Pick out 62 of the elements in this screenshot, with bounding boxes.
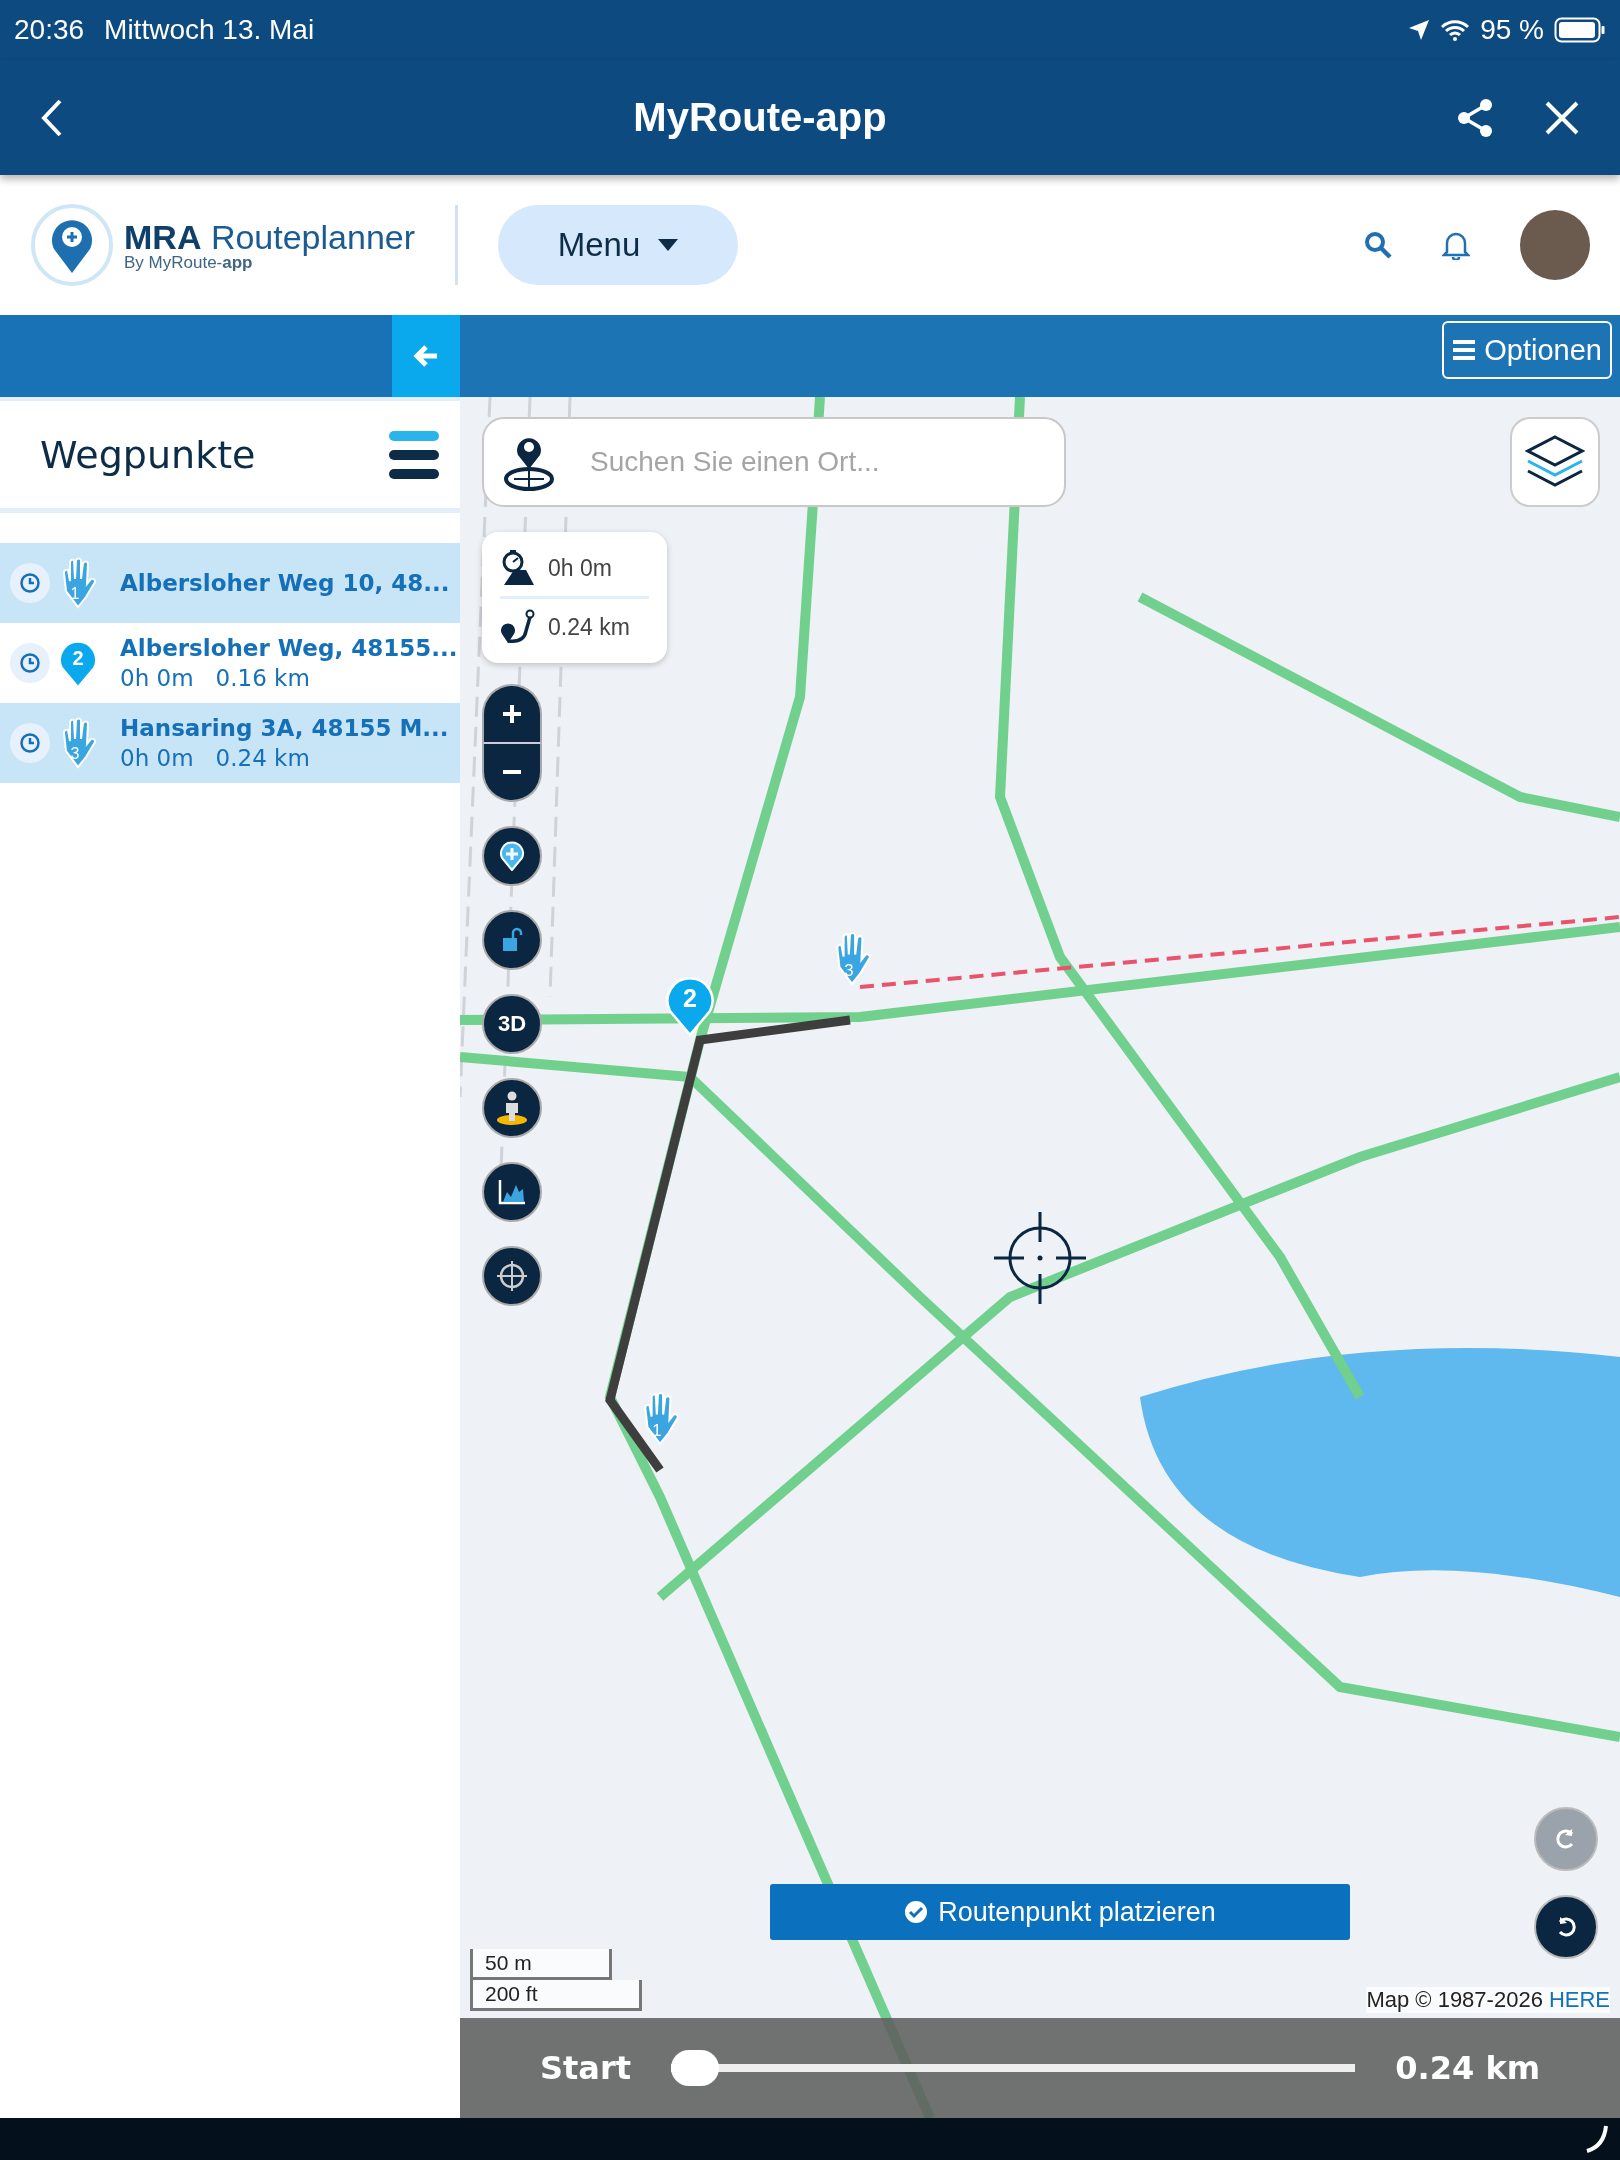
share-icon[interactable]: [1456, 96, 1494, 139]
search-bar[interactable]: Suchen Sie einen Ort...: [482, 417, 1066, 507]
waypoint-distance: 0.16 km: [215, 665, 310, 691]
waypoint-row[interactable]: 3 Hansaring 3A, 48155 M... 0h 0m 0.24 km: [0, 703, 460, 783]
bell-icon[interactable]: [1442, 230, 1470, 260]
check-circle-icon: [904, 1900, 929, 1924]
route-distance: 0.24 km: [548, 613, 630, 641]
waypoint-name: Albersloher Weg, 48155...: [120, 635, 458, 661]
route-time: 0h 0m: [548, 554, 612, 582]
location-arrow-icon: [1408, 19, 1431, 41]
waypoint-name: Albersloher Weg 10, 48...: [120, 570, 450, 596]
back-icon[interactable]: [40, 97, 64, 138]
clock-button[interactable]: [10, 643, 50, 683]
person-icon: [495, 1090, 529, 1126]
add-pin-icon: [499, 841, 525, 871]
collapse-sidebar-button[interactable]: [392, 315, 460, 397]
status-date: Mittwoch 13. Mai: [104, 14, 315, 46]
clock-button[interactable]: [10, 723, 50, 763]
unlocked-padlock-icon: [501, 927, 523, 953]
app-title: MyRoute-app: [632, 95, 888, 140]
waypoint-name: Hansaring 3A, 48155 M...: [120, 715, 449, 741]
menu-icon[interactable]: [388, 429, 440, 480]
waypoint-row[interactable]: 2 Albersloher Weg, 48155... 0h 0m 0.16 km: [0, 623, 460, 703]
close-icon[interactable]: [1544, 99, 1580, 136]
plus-icon: [502, 704, 522, 724]
slider-end-label: 0.24 km: [1395, 2049, 1540, 2087]
waypoint-time: 0h 0m: [120, 665, 194, 691]
crosshair-icon: [994, 1212, 1086, 1304]
curve-icon: [1584, 2124, 1610, 2154]
map-attribution: Map © 1987-2026: [1366, 1987, 1543, 2013]
place-route-point-button[interactable]: Routenpunkt platzieren: [770, 1884, 1350, 1940]
clock-icon: [19, 652, 41, 674]
scale-bar-metric: 50 m: [470, 1949, 612, 1980]
waypoint-row[interactable]: 1 Albersloher Weg 10, 48...: [0, 543, 460, 623]
waypoint-distance: 0.24 km: [215, 745, 310, 771]
elevation-chart-icon: [497, 1178, 527, 1206]
search-icon[interactable]: [1364, 231, 1392, 259]
slider-thumb[interactable]: [671, 2050, 719, 2086]
caret-icon: [658, 239, 679, 251]
sidebar-title: Wegpunkte: [40, 432, 256, 477]
crosshair-icon: [495, 1259, 529, 1293]
menu-button[interactable]: Menu: [498, 205, 739, 285]
waypoint-time: 0h 0m: [120, 745, 194, 771]
battery-percent: 95 %: [1480, 14, 1544, 46]
clock-icon: [19, 572, 41, 594]
left-arrow-icon: [413, 344, 439, 368]
search-field[interactable]: Suchen Sie einen Ort...: [588, 445, 1044, 479]
clock-icon: [19, 732, 41, 754]
wifi-icon: [1440, 19, 1471, 41]
options-button[interactable]: Optionen: [1442, 321, 1612, 379]
attribution-link[interactable]: HERE: [1548, 1987, 1610, 2013]
map-layers-button[interactable]: [1510, 417, 1600, 507]
status-time: 20:36: [14, 14, 85, 46]
slider-start-label: Start: [540, 2049, 631, 2087]
logo-pin-icon: [30, 203, 114, 287]
route-path-icon: [500, 609, 536, 645]
minus-icon: [502, 769, 522, 775]
clock-button[interactable]: [10, 563, 50, 603]
scale-bar-imperial: 200 ft: [470, 1980, 642, 2011]
stopwatch-road-icon: [500, 550, 536, 586]
battery-icon: [1554, 17, 1606, 43]
menu-icon: [1452, 339, 1477, 361]
